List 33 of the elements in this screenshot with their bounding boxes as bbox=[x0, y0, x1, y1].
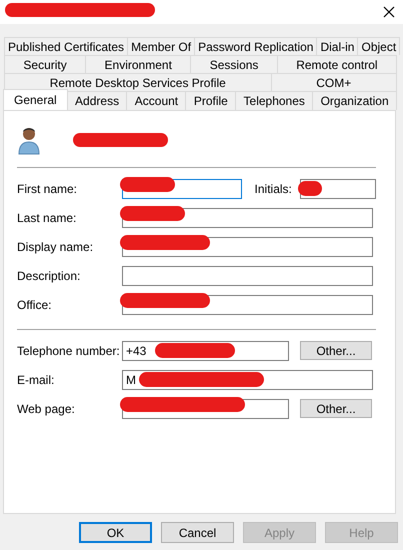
input-field[interactable] bbox=[122, 294, 373, 314]
tab[interactable]: Security bbox=[4, 55, 86, 73]
tab[interactable]: Published Certificates bbox=[4, 37, 128, 55]
dialog-button[interactable]: OK bbox=[79, 522, 152, 543]
input-field[interactable] bbox=[122, 208, 373, 228]
input-field[interactable] bbox=[300, 178, 376, 198]
input-field[interactable] bbox=[122, 236, 373, 256]
tab[interactable]: Telephones bbox=[235, 91, 314, 110]
close-icon[interactable] bbox=[383, 6, 395, 18]
tab[interactable]: Remote control bbox=[276, 55, 397, 73]
field-label: Display name: bbox=[17, 240, 94, 254]
field-label: E-mail: bbox=[17, 372, 56, 386]
input-field[interactable] bbox=[122, 266, 373, 286]
other-button[interactable]: Other... bbox=[300, 341, 372, 360]
input-field[interactable] bbox=[122, 398, 289, 418]
input-field[interactable] bbox=[122, 178, 242, 198]
field-label: Initials: bbox=[254, 182, 292, 196]
other-button[interactable]: Other... bbox=[300, 399, 372, 418]
field-label: Last name: bbox=[17, 210, 78, 224]
input-field[interactable]: +43 bbox=[122, 340, 289, 360]
field-label: Web page: bbox=[17, 402, 76, 416]
tab[interactable]: General bbox=[3, 89, 68, 110]
tab[interactable]: Organization bbox=[312, 91, 397, 110]
tab[interactable]: Object bbox=[357, 37, 400, 55]
tab[interactable]: Remote Desktop Services Profile bbox=[4, 73, 272, 91]
field-label: Telephone number: bbox=[17, 344, 121, 358]
field-label: Office: bbox=[17, 298, 52, 312]
tab[interactable]: Password Replication bbox=[194, 37, 318, 55]
dialog-button[interactable]: Cancel bbox=[161, 522, 234, 543]
field-label: First name: bbox=[17, 182, 78, 196]
field-label: Description: bbox=[17, 268, 82, 282]
tab[interactable]: COM+ bbox=[270, 73, 397, 91]
input-field[interactable]: M bbox=[122, 370, 373, 390]
